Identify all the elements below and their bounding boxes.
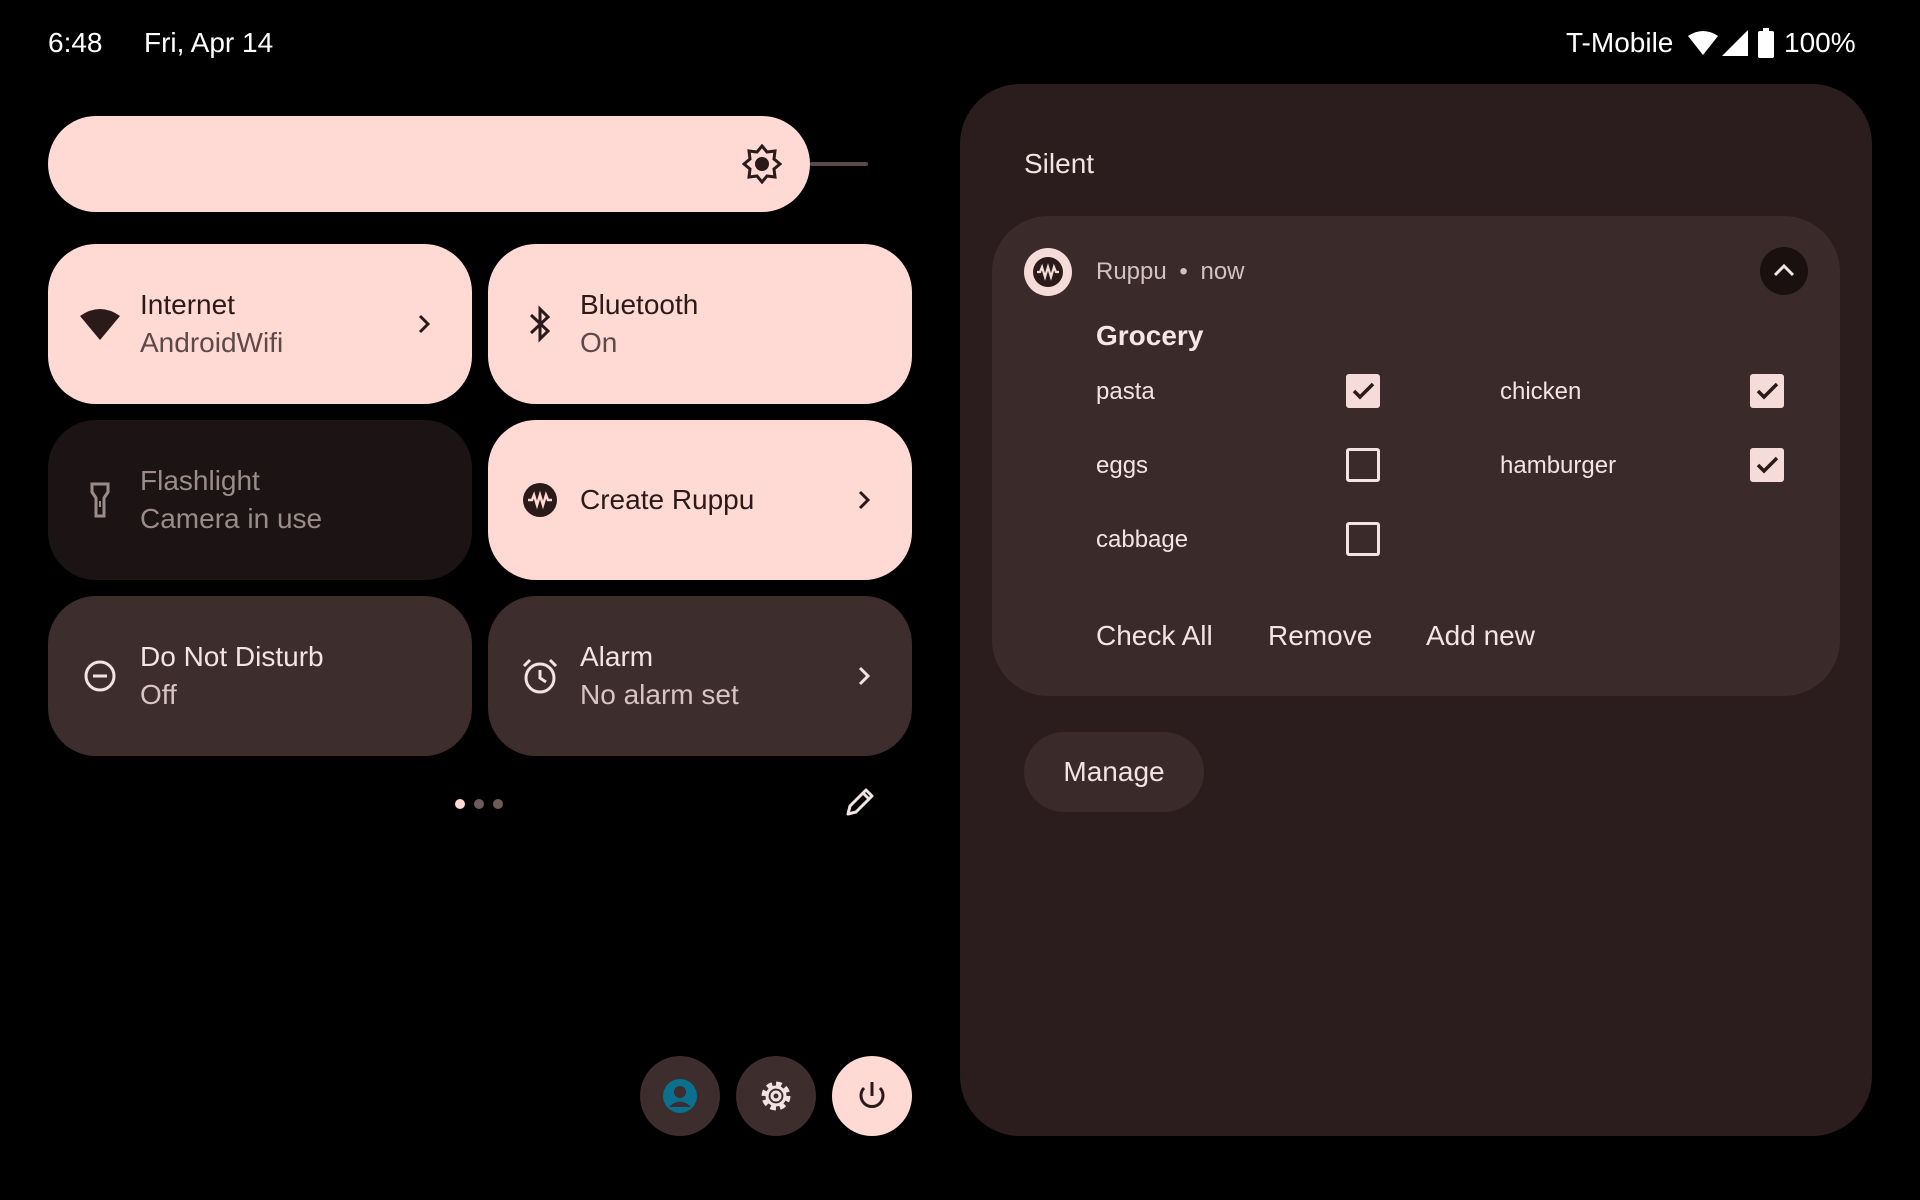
status-date: Fri, Apr 14 bbox=[144, 27, 274, 58]
battery-icon bbox=[1758, 28, 1774, 58]
alarm-icon bbox=[518, 654, 562, 698]
brightness-track[interactable] bbox=[810, 162, 868, 166]
tile-flashlight[interactable]: Flashlight Camera in use bbox=[48, 420, 472, 580]
signal-icon bbox=[1722, 30, 1748, 56]
user-switcher-button[interactable] bbox=[640, 1056, 720, 1136]
collapse-button[interactable] bbox=[1760, 247, 1808, 295]
manage-button[interactable]: Manage bbox=[1024, 732, 1204, 812]
edit-pencil-icon[interactable] bbox=[842, 784, 878, 820]
check-icon bbox=[1352, 382, 1375, 400]
tile-internet-subtitle: AndroidWifi bbox=[140, 327, 284, 358]
checkbox-hamburger[interactable] bbox=[1750, 448, 1784, 482]
status-carrier: T-Mobile bbox=[1566, 27, 1674, 58]
wifi-icon bbox=[1688, 30, 1718, 56]
chevron-right-icon bbox=[850, 486, 878, 514]
tile-alarm-title: Alarm bbox=[580, 641, 654, 672]
tile-create-ruppu-title: Create Ruppu bbox=[580, 484, 755, 515]
list-item-label: pasta bbox=[1096, 378, 1155, 405]
section-title-silent: Silent bbox=[1024, 148, 1095, 179]
status-battery: 100% bbox=[1784, 27, 1856, 58]
add-new-button[interactable]: Add new bbox=[1426, 620, 1535, 652]
tile-dnd-subtitle: Off bbox=[140, 679, 177, 710]
settings-button[interactable] bbox=[736, 1056, 816, 1136]
tile-bluetooth-title: Bluetooth bbox=[580, 289, 699, 320]
header-separator: • bbox=[1179, 258, 1188, 285]
remove-button[interactable]: Remove bbox=[1268, 620, 1372, 652]
tile-bluetooth-subtitle: On bbox=[580, 327, 618, 358]
tile-internet-title: Internet bbox=[140, 289, 235, 320]
tile-internet[interactable]: Internet AndroidWifi bbox=[48, 244, 472, 404]
status-time: 6:48 bbox=[48, 27, 103, 58]
notification-title: Grocery bbox=[1096, 320, 1204, 351]
brightness-slider[interactable] bbox=[48, 116, 810, 212]
list-item-label: hamburger bbox=[1500, 452, 1617, 479]
checkbox-pasta[interactable] bbox=[1346, 374, 1380, 408]
notification-header: Ruppu • now bbox=[1096, 258, 1245, 286]
list-item-label: eggs bbox=[1096, 452, 1149, 479]
checkbox-eggs[interactable] bbox=[1346, 448, 1380, 482]
ruppu-icon bbox=[518, 478, 562, 522]
checkbox-cabbage[interactable] bbox=[1346, 522, 1380, 556]
power-button[interactable] bbox=[832, 1056, 912, 1136]
tile-flashlight-title: Flashlight bbox=[140, 465, 260, 496]
brightness-icon bbox=[742, 144, 782, 184]
check-icon bbox=[1756, 382, 1779, 400]
tile-dnd-title: Do Not Disturb bbox=[140, 641, 324, 672]
ruppu-app-icon bbox=[1024, 248, 1072, 296]
chevron-right-icon bbox=[850, 662, 878, 690]
list-item-label: chicken bbox=[1500, 378, 1582, 405]
list-item-label: cabbage bbox=[1096, 526, 1189, 553]
checkbox-chicken[interactable] bbox=[1750, 374, 1784, 408]
page-dot[interactable] bbox=[474, 799, 484, 809]
wifi-icon bbox=[78, 302, 122, 346]
tile-bluetooth[interactable]: Bluetooth On bbox=[488, 244, 912, 404]
notification-time: now bbox=[1200, 258, 1245, 285]
page-dot[interactable] bbox=[493, 799, 503, 809]
tile-alarm[interactable]: Alarm No alarm set bbox=[488, 596, 912, 756]
page-dot-active[interactable] bbox=[455, 799, 465, 809]
tile-do-not-disturb[interactable]: Do Not Disturb Off bbox=[48, 596, 472, 756]
check-all-button[interactable]: Check All bbox=[1096, 620, 1213, 652]
tile-alarm-subtitle: No alarm set bbox=[580, 679, 739, 710]
bluetooth-icon bbox=[518, 302, 562, 346]
chevron-right-icon bbox=[410, 310, 438, 338]
chevron-up-icon bbox=[1760, 247, 1808, 295]
tile-flashlight-subtitle: Camera in use bbox=[140, 503, 323, 534]
flashlight-icon bbox=[78, 478, 122, 522]
check-icon bbox=[1756, 456, 1779, 474]
tile-create-ruppu[interactable]: Create Ruppu bbox=[488, 420, 912, 580]
app-name: Ruppu bbox=[1096, 258, 1167, 285]
dnd-icon bbox=[78, 654, 122, 698]
